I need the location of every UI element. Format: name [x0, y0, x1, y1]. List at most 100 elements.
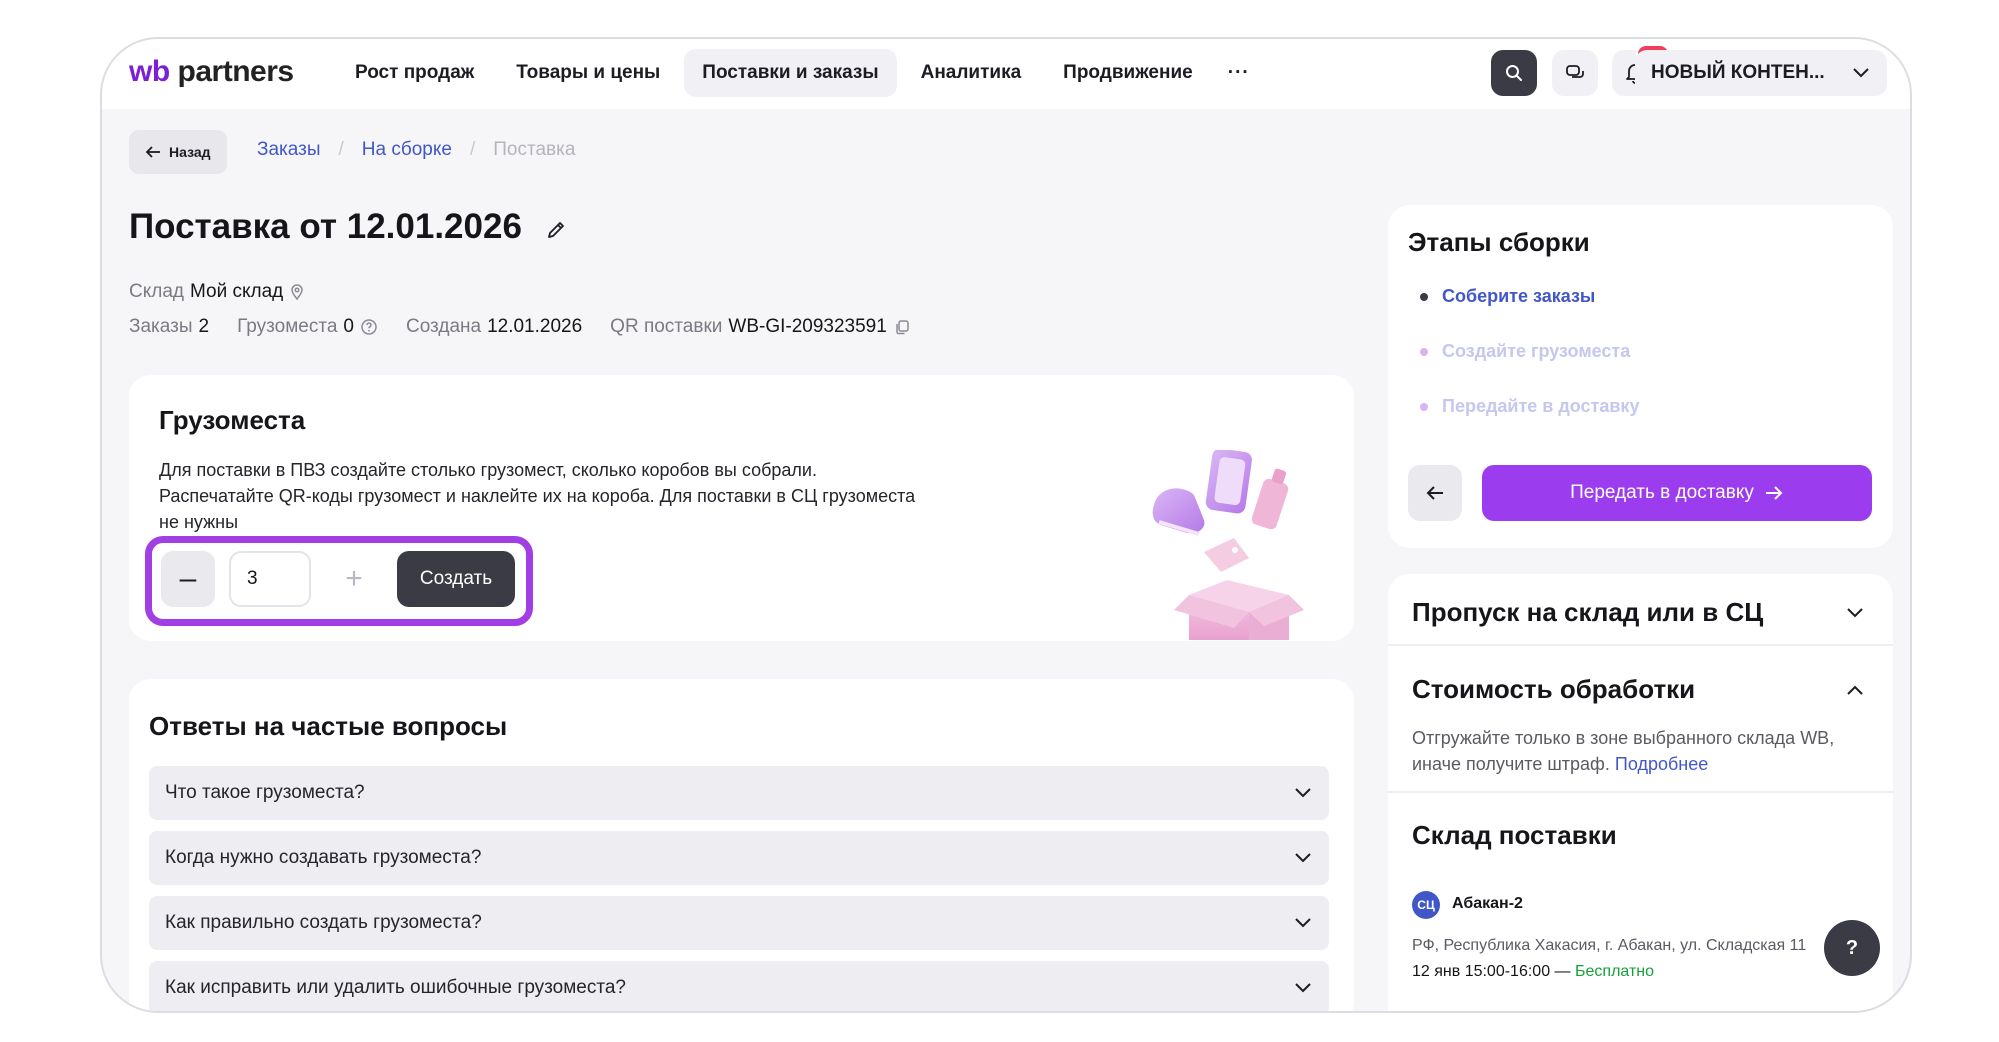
faq-title: Ответы на частые вопросы: [149, 711, 508, 741]
sc-address: РФ, Республика Хакасия, г. Абакан, ул. С…: [1412, 937, 1807, 954]
hand-over-to-delivery-button[interactable]: Передать в доставку: [1482, 465, 1872, 521]
back-button[interactable]: Назад: [129, 130, 227, 174]
breadcrumb-supply: Поставка: [493, 139, 576, 160]
created-label: Создана: [405, 316, 482, 337]
chevron-down-icon: [1295, 918, 1311, 928]
quantity-stepper-input[interactable]: [229, 551, 311, 607]
location-pin-icon: [291, 284, 304, 301]
divider: [1388, 791, 1893, 793]
cargo-card: Грузоместа Для поставки в ПВЗ создайте с…: [129, 375, 1354, 641]
deliver-label: Передать в доставку: [1570, 482, 1754, 503]
account-switcher[interactable]: НОВЫЙ КОНТЕН...: [1635, 50, 1887, 96]
created-value: 12.01.2026: [487, 316, 583, 337]
nav-more-button[interactable]: ···: [1217, 49, 1261, 97]
assembly-stages-card: Этапы сборки Соберите заказы Создайте гр…: [1388, 205, 1893, 548]
pass-title[interactable]: Пропуск на склад или в СЦ: [1412, 597, 1763, 628]
faq-item[interactable]: Что такое грузоместа?: [149, 766, 1329, 820]
stage-dot: [1420, 347, 1428, 356]
chevron-down-icon: [1853, 68, 1869, 78]
stage-back-button[interactable]: [1408, 465, 1462, 521]
chat-icon: [1566, 65, 1584, 78]
main-nav: Рост продаж Товары и цены Поставки и зак…: [337, 49, 1261, 97]
arrow-left-icon: [1426, 486, 1443, 500]
cost-text: Отгружайте только в зоне выбранного скла…: [1412, 725, 1872, 777]
faq-item[interactable]: Как правильно создать грузоместа?: [149, 896, 1329, 950]
faq-item[interactable]: Как исправить или удалить ошибочные груз…: [149, 961, 1329, 1011]
arrow-left-icon: [145, 146, 160, 158]
cost-more-link[interactable]: Подробнее: [1615, 754, 1708, 774]
orders-value: 2: [198, 316, 210, 337]
faq-item[interactable]: Когда нужно создавать грузоместа?: [149, 831, 1329, 885]
nav-item-products-prices[interactable]: Товары и цены: [498, 49, 678, 97]
breadcrumb-separator: /: [469, 139, 476, 160]
logo-text: partners: [177, 55, 295, 88]
breadcrumb-assembling[interactable]: На сборке: [362, 139, 452, 161]
sc-name: Абакан-2: [1452, 895, 1523, 912]
chevron-down-icon: [1295, 788, 1311, 798]
app-window: wb partners Рост продаж Товары и цены По…: [100, 37, 1912, 1013]
qr-label: QR поставки: [610, 316, 723, 337]
chevron-down-icon: [1295, 983, 1311, 993]
supply-meta: Заказы 2 Грузоместа 0 Создана 12.01.2026…: [129, 316, 911, 338]
warehouse-title: Склад поставки: [1412, 820, 1617, 850]
stage-dot: [1420, 402, 1428, 411]
stage-label: Соберите заказы: [1442, 286, 1596, 306]
wb-partners-logo[interactable]: wb partners: [129, 55, 294, 89]
faq-card: Ответы на частые вопросы Что такое грузо…: [129, 679, 1354, 1011]
warehouse-value: Мой склад: [190, 281, 284, 302]
account-name: НОВЫЙ КОНТЕН...: [1651, 62, 1825, 83]
stage-collect-orders[interactable]: Соберите заказы: [1420, 286, 1595, 307]
cargo-description: Для поставки в ПВЗ создайте столько груз…: [159, 460, 916, 532]
stage-hand-over: Передайте в доставку: [1420, 396, 1639, 417]
create-cargo-button[interactable]: Создать: [397, 551, 515, 607]
copy-icon[interactable]: [893, 318, 911, 336]
stage-dot: [1420, 292, 1428, 301]
page-title: Поставка от 12.01.2026: [129, 207, 522, 246]
cargo-label: Грузоместа: [237, 316, 338, 337]
nav-item-supplies-orders[interactable]: Поставки и заказы: [684, 49, 897, 97]
box-illustration-icon: [1152, 450, 1304, 640]
arrow-right-icon: [1765, 486, 1783, 500]
cost-title[interactable]: Стоимость обработки: [1412, 674, 1695, 705]
breadcrumb-orders[interactable]: Заказы: [257, 139, 321, 161]
pencil-icon[interactable]: [545, 219, 567, 241]
stage-label: Передайте в доставку: [1442, 396, 1640, 416]
search-icon: [1506, 65, 1522, 81]
qr-value: WB-GI-209323591: [728, 316, 887, 337]
faq-question: Как исправить или удалить ошибочные груз…: [165, 977, 626, 998]
top-bar: wb partners Рост продаж Товары и цены По…: [102, 39, 1910, 109]
decrement-button[interactable]: –: [161, 551, 215, 607]
faq-question: Что такое грузоместа?: [165, 782, 365, 803]
chevron-down-icon: [1295, 853, 1311, 863]
stage-label: Создайте грузоместа: [1442, 341, 1631, 361]
search-button[interactable]: [1491, 50, 1537, 96]
cargo-value: 0: [343, 316, 354, 337]
divider: [1388, 644, 1893, 646]
warehouse-info: Склад Мой склад: [129, 281, 305, 303]
increment-button[interactable]: +: [327, 551, 381, 607]
chevron-down-icon[interactable]: [1845, 607, 1865, 619]
question-circle-icon[interactable]: [360, 318, 378, 336]
orders-label: Заказы: [129, 316, 193, 337]
help-button[interactable]: ?: [1824, 920, 1880, 976]
chat-button[interactable]: [1552, 50, 1598, 96]
sc-free-label: Бесплатно: [1575, 963, 1655, 980]
warehouse-label: Склад: [129, 281, 184, 302]
sc-badge: СЦ: [1412, 891, 1440, 919]
nav-item-promotion[interactable]: Продвижение: [1045, 49, 1211, 97]
breadcrumb-separator: /: [338, 139, 344, 160]
faq-question: Когда нужно создавать грузоместа?: [165, 847, 482, 868]
breadcrumb: Заказы / На сборке / Поставка: [257, 139, 575, 161]
logo-wb: wb: [129, 55, 170, 88]
sc-time: 12 янв 15:00-16:00 — Бесплатно: [1412, 963, 1654, 981]
nav-item-analytics[interactable]: Аналитика: [903, 49, 1040, 97]
chevron-up-icon[interactable]: [1845, 684, 1865, 696]
supply-details-card: Пропуск на склад или в СЦ Стоимость обра…: [1388, 574, 1893, 1011]
faq-question: Как правильно создать грузоместа?: [165, 912, 482, 933]
back-label: Назад: [169, 144, 211, 160]
cargo-title: Грузоместа: [159, 405, 306, 435]
stages-title: Этапы сборки: [1408, 227, 1590, 257]
sc-time-slot: 12 янв 15:00-16:00 —: [1412, 963, 1571, 980]
nav-item-sales-growth[interactable]: Рост продаж: [337, 49, 492, 97]
stage-create-cargo: Создайте грузоместа: [1420, 341, 1630, 362]
